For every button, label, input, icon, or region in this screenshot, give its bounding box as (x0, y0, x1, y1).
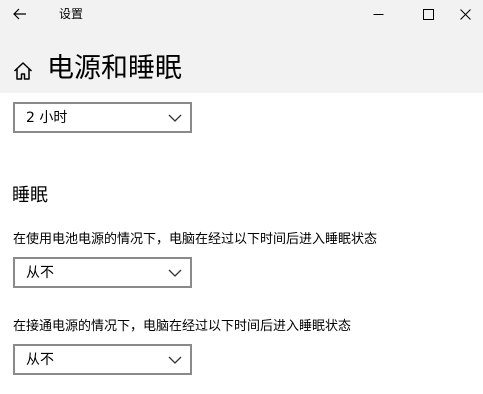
chevron-down-icon (168, 114, 182, 122)
screen-timeout-dropdown[interactable]: 2 小时 (13, 102, 192, 133)
close-button[interactable] (448, 0, 483, 28)
maximize-icon (422, 8, 434, 20)
title-bar: 设置 (0, 0, 483, 28)
chevron-down-icon (168, 269, 182, 277)
settings-window: 设置 电源和睡眠 2 小时 睡眠 在使用电池电源的情况下，电脑在经过以下时间后进… (0, 0, 483, 394)
screen-timeout-value: 2 小时 (26, 110, 68, 126)
chevron-down-icon (168, 356, 182, 364)
battery-sleep-dropdown[interactable]: 从不 (13, 257, 192, 288)
battery-sleep-label: 在使用电池电源的情况下，电脑在经过以下时间后进入睡眠状态 (13, 232, 378, 247)
plugged-in-sleep-label: 在接通电源的情况下，电脑在经过以下时间后进入睡眠状态 (13, 319, 352, 334)
plugged-in-sleep-dropdown[interactable]: 从不 (13, 344, 192, 375)
minimize-button[interactable] (355, 0, 401, 28)
back-button[interactable] (0, 0, 40, 28)
maximize-button[interactable] (405, 0, 451, 28)
minimize-icon (373, 13, 383, 15)
back-arrow-icon (13, 8, 26, 20)
page-title: 电源和睡眠 (47, 53, 182, 84)
page-header: 电源和睡眠 (0, 48, 483, 90)
app-title: 设置 (59, 7, 84, 21)
sleep-section-title: 睡眠 (12, 185, 48, 206)
battery-sleep-value: 从不 (26, 265, 54, 281)
close-icon (460, 8, 471, 20)
home-icon[interactable] (12, 60, 34, 82)
plugged-in-sleep-value: 从不 (26, 352, 54, 368)
window-chrome: 设置 电源和睡眠 (0, 0, 483, 93)
